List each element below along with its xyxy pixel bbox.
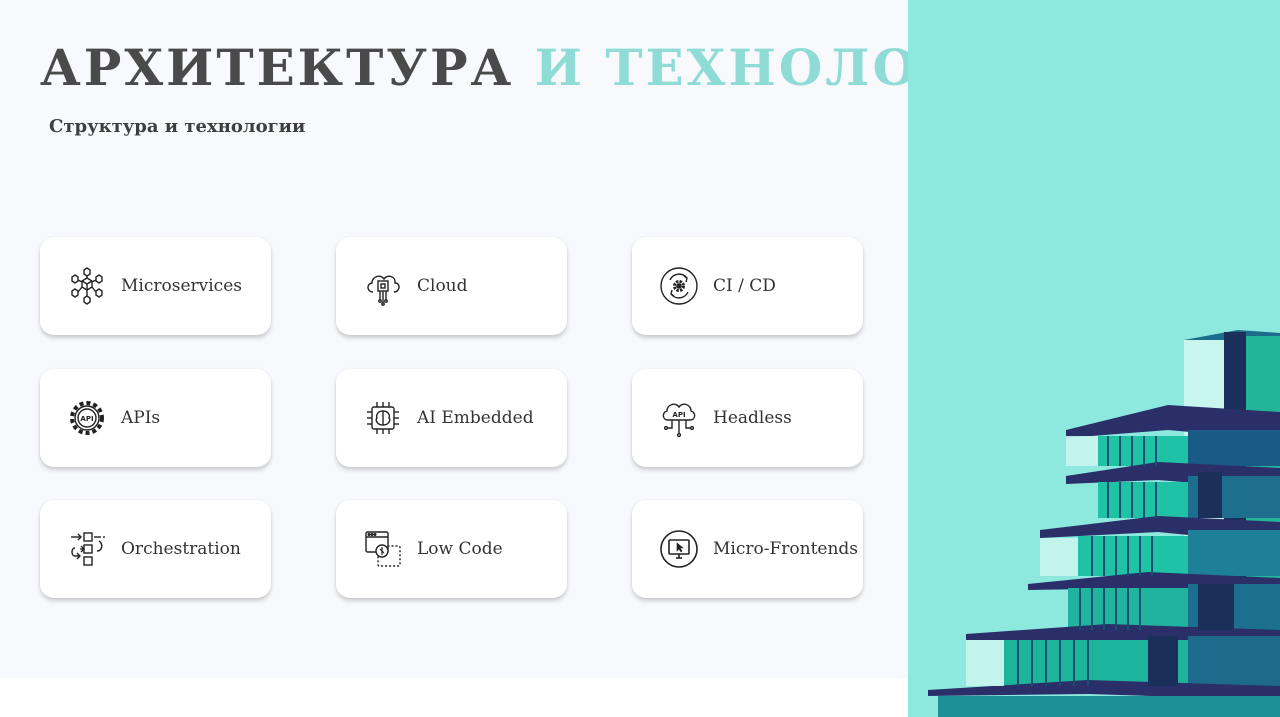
ci-cd-gear-icon: [657, 264, 701, 308]
building-illustration: [928, 330, 1280, 717]
card-label: Microservices: [121, 276, 242, 296]
low-code-window-icon: [361, 527, 405, 571]
api-cloud-icon: API: [657, 396, 701, 440]
card-label: Cloud: [417, 276, 468, 296]
card-label: CI / CD: [713, 276, 776, 296]
monitor-cursor-icon: [657, 527, 701, 571]
card-label: AI Embedded: [417, 408, 534, 428]
card-label: Headless: [713, 408, 792, 428]
page-subtitle: Структура и технологии: [49, 116, 306, 137]
card-cloud[interactable]: Cloud: [336, 237, 567, 335]
card-label: Micro-Frontends: [713, 539, 859, 559]
card-label: Orchestration: [121, 539, 241, 559]
svg-text:API: API: [80, 415, 93, 423]
orchestration-flow-icon: [65, 527, 109, 571]
ai-chip-icon: [361, 396, 405, 440]
cloud-chip-icon: [361, 264, 405, 308]
card-micro-frontends[interactable]: Micro-Frontends: [632, 500, 863, 598]
api-gear-icon: API: [65, 396, 109, 440]
card-label: APIs: [121, 408, 161, 428]
card-label: Low Code: [417, 539, 503, 559]
title-part-1: АРХИТЕКТУРА: [40, 38, 515, 97]
page-title: АРХИТЕКТУРА И ТЕХНОЛОГИИ: [40, 38, 1057, 98]
card-headless[interactable]: API Headless: [632, 369, 863, 467]
card-microservices[interactable]: Microservices: [40, 237, 271, 335]
card-ai-embedded[interactable]: AI Embedded: [336, 369, 567, 467]
card-apis[interactable]: API APIs: [40, 369, 271, 467]
svg-text:API: API: [672, 411, 685, 419]
card-low-code[interactable]: Low Code: [336, 500, 567, 598]
card-ci-cd[interactable]: CI / CD: [632, 237, 863, 335]
microservices-icon: [65, 264, 109, 308]
decorative-building-panel: [908, 0, 1280, 717]
card-orchestration[interactable]: Orchestration: [40, 500, 271, 598]
